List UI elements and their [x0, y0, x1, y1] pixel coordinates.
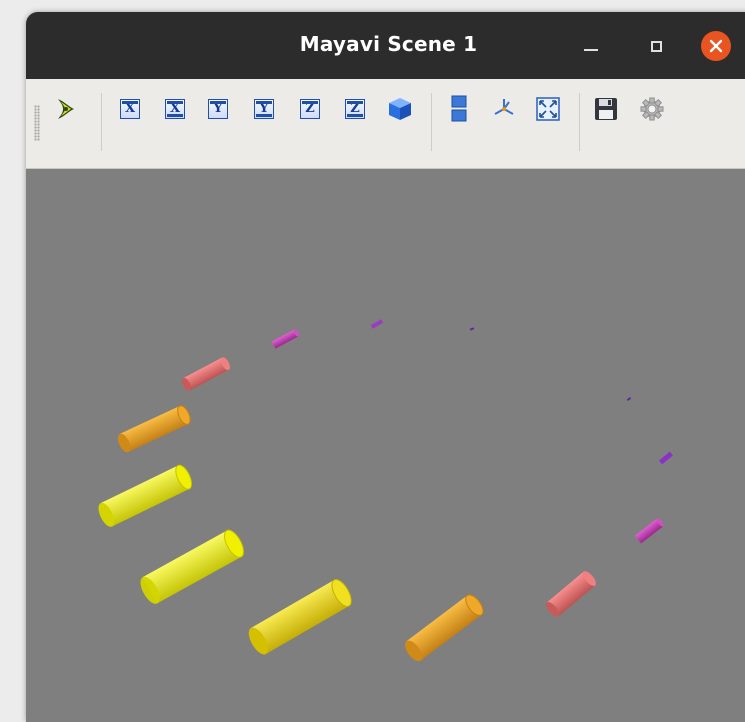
cube-icon: [389, 98, 411, 120]
cylinder: [182, 357, 230, 391]
parallel-projection-icon: [451, 95, 467, 122]
3d-scene-viewport[interactable]: [26, 169, 745, 722]
cylinder: [140, 529, 244, 604]
axes-indicator-icon: [494, 99, 514, 115]
view-x-minus-button[interactable]: X: [116, 95, 144, 123]
cylinder: [634, 518, 664, 544]
cylinder: [404, 594, 484, 662]
title-bar[interactable]: Mayavi Scene 1: [26, 12, 745, 79]
cylinder: [248, 579, 352, 655]
axes-indicator-button[interactable]: [490, 95, 518, 123]
z-axis-icon: Z: [345, 99, 365, 119]
mayavi-window: Mayavi Scene 1 X X Y Y Z Z: [26, 12, 745, 722]
toolbar-separator: [579, 93, 580, 151]
close-button[interactable]: [699, 29, 733, 63]
full-screen-icon: [536, 97, 560, 121]
parallel-projection-button[interactable]: [445, 95, 473, 123]
cylinder: [469, 327, 475, 331]
cylinder: [370, 319, 384, 329]
cylinder: [271, 329, 300, 349]
view-y-minus-button[interactable]: Y: [204, 95, 232, 123]
scene-canvas[interactable]: [26, 169, 745, 722]
cylinder: [546, 571, 596, 617]
view-z-minus-button[interactable]: Z: [296, 95, 324, 123]
isometric-view-button[interactable]: [386, 95, 414, 123]
save-button[interactable]: [592, 95, 620, 123]
floppy-disk-icon: [595, 98, 617, 120]
view-x-plus-button[interactable]: X: [161, 95, 189, 123]
maximize-icon: [650, 40, 662, 52]
window-title: Mayavi Scene 1: [299, 32, 478, 56]
y-axis-icon: Y: [208, 99, 228, 119]
cylinder: [98, 464, 192, 527]
maximize-button[interactable]: [639, 29, 673, 63]
mayavi-logo-icon[interactable]: [52, 95, 80, 123]
toolbar: X X Y Y Z Z: [26, 79, 745, 169]
gear-icon: [640, 97, 664, 121]
minimize-icon: [584, 49, 598, 51]
view-z-plus-button[interactable]: Z: [341, 95, 369, 123]
configure-button[interactable]: [638, 95, 666, 123]
full-screen-button[interactable]: [534, 95, 562, 123]
close-icon: [701, 31, 731, 61]
x-axis-icon: X: [120, 99, 140, 119]
cylinder: [117, 405, 191, 453]
x-axis-icon: X: [165, 99, 185, 119]
minimize-button[interactable]: [574, 29, 608, 63]
z-axis-icon: Z: [300, 99, 320, 119]
cylinder: [659, 451, 673, 465]
cylinder: [626, 396, 632, 402]
toolbar-separator: [101, 93, 102, 151]
y-axis-icon: Y: [254, 99, 274, 119]
toolbar-grip[interactable]: [34, 105, 40, 141]
toolbar-separator: [431, 93, 432, 151]
view-y-plus-button[interactable]: Y: [250, 95, 278, 123]
